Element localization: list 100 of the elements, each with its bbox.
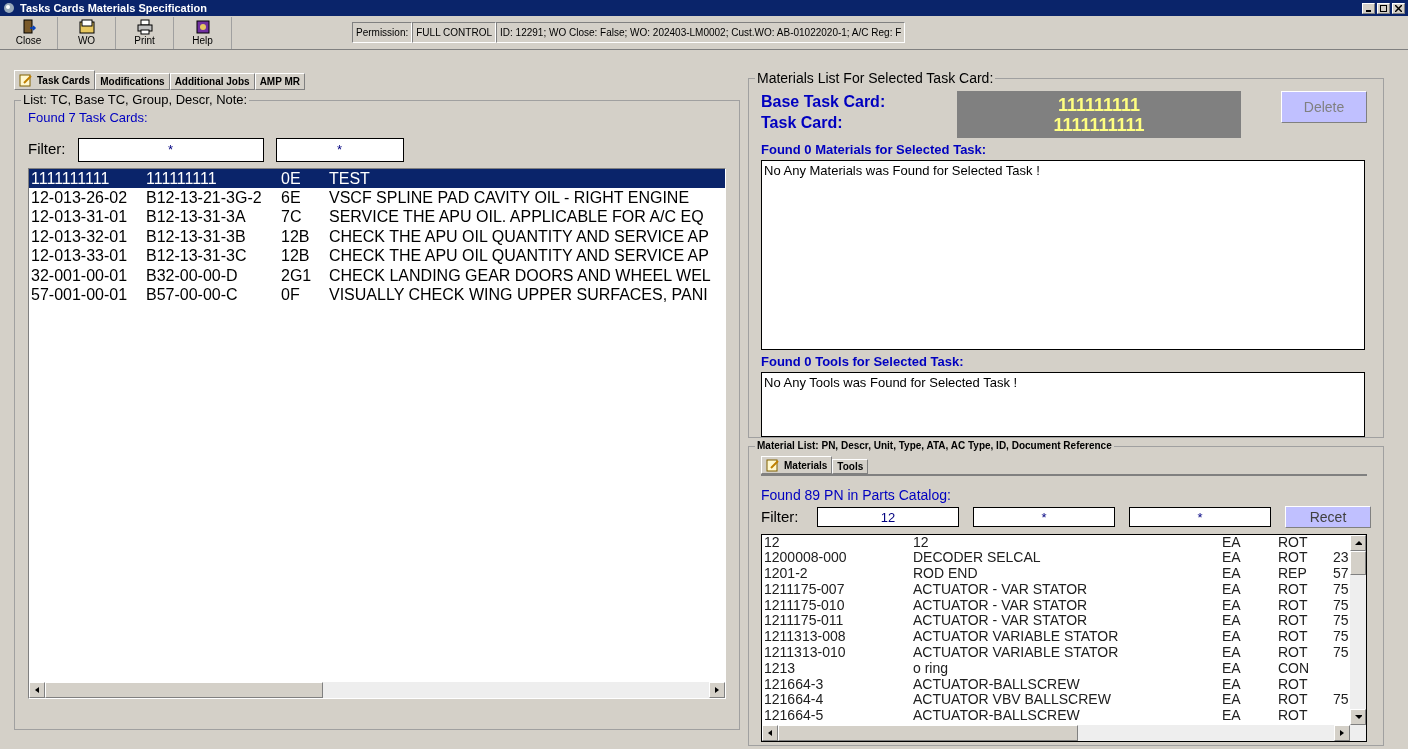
part-row[interactable]: 1200008-000 DECODER SELCAL EA ROT 23 <box>762 550 1350 567</box>
toolbar-button[interactable]: Close <box>0 16 58 49</box>
table-cell-text: ROT <box>1278 629 1309 646</box>
arrow-icon <box>33 685 41 695</box>
task-row[interactable]: 1111111111 111111111 0E TEST <box>29 168 725 188</box>
tab[interactable]: Modifications <box>95 73 170 90</box>
door-icon <box>20 18 37 35</box>
table-cell-text: ACTUATOR VBV BALLSCREW <box>913 692 1112 709</box>
table-cell-text: B32-00-00-D <box>146 265 239 285</box>
tab[interactable]: Tools <box>832 459 869 474</box>
part-row[interactable]: 1211313-010 ACTUATOR VARIABLE STATOR EA ROT 75 <box>762 645 1350 661</box>
table-cell-text: ROT <box>1278 581 1309 598</box>
table-cell-text: 12B <box>281 246 311 266</box>
part-row[interactable]: 1211175-011 ACTUATOR - VAR STATOR EA ROT 75 <box>762 613 1350 630</box>
table-cell-text: EA <box>1222 629 1242 646</box>
table-cell-text: B12-13-31-3B <box>146 226 247 247</box>
task-row[interactable]: 12-013-32-01 B12-13-31-3B 12B CHECK THE APU OIL QUANTITY AND SERVICE AP <box>29 226 725 247</box>
part-row[interactable]: 1201-2 ROD END EA REP 57 <box>762 566 1350 582</box>
table-cell-text: 0F <box>281 284 301 305</box>
scroll-arrow-button[interactable] <box>762 724 778 741</box>
table-cell-text: EA <box>1222 534 1242 551</box>
filter-field[interactable]: 12 <box>817 507 959 528</box>
table-cell-text: 12 <box>764 534 781 551</box>
tab[interactable]: Task Cards <box>14 70 96 90</box>
table-cell-text: EA <box>1222 676 1242 693</box>
group-title: Material List: PN, Descr, Unit, Type, ATA, AC Type, ID, Document Reference <box>755 438 1114 454</box>
filter-field[interactable]: * <box>275 137 404 162</box>
table-cell: 75 <box>1333 629 1350 646</box>
table-cell-text: EA <box>1222 581 1242 598</box>
table-cell-text: 2G1 <box>281 265 313 285</box>
scrollbar-thumb[interactable] <box>45 682 323 698</box>
folder-icon <box>78 18 95 35</box>
table-cell-text: 1211313-010 <box>764 645 847 661</box>
table-cell-text: 1213 <box>764 660 797 677</box>
task-card-label: Task Card: <box>761 113 844 133</box>
part-row[interactable]: 1213 o ring EA CON <box>762 660 1350 677</box>
part-row[interactable]: 121664-4 ACTUATOR VBV BALLSCREW EA ROT 75 <box>762 692 1350 709</box>
table-cell-text: REP <box>1278 566 1308 582</box>
materials-list: No Any Materials was Found for Selected Task ! <box>761 159 1365 350</box>
work-order-info: ID: 12291; WO Close: False; WO: 202403-LM0002; Cust.WO: AB-01022020-1; A/C Reg: F <box>496 22 906 43</box>
table-cell-text: ROT <box>1278 534 1309 551</box>
task-row[interactable]: 32-001-00-01 B32-00-00-D 2G1 CHECK LANDING GEAR DOORS AND WHEEL WEL <box>29 265 725 285</box>
notepad-icon <box>766 458 780 472</box>
table-cell-text: 121664-4 <box>764 692 825 709</box>
printer-icon <box>136 18 153 35</box>
table-cell-text: 12 <box>913 534 930 551</box>
table-cell-text: ROT <box>1278 676 1309 693</box>
table-cell-text: 1111111111 <box>31 168 111 188</box>
filter-field[interactable]: * <box>973 507 1115 528</box>
base-task-card-value: 111111111 <box>1057 94 1141 115</box>
task-row[interactable]: 12-013-33-01 B12-13-31-3C 12B CHECK THE APU OIL QUANTITY AND SERVICE AP <box>29 246 725 266</box>
table-cell-text: 32-001-00-01 <box>31 265 129 285</box>
table-cell-text: DECODER SELCAL <box>913 550 1042 567</box>
toolbar-button[interactable]: Help <box>174 16 232 49</box>
filter-field[interactable]: * <box>77 137 264 162</box>
materials-found-count: Found 0 Materials for Selected Task: <box>761 141 988 159</box>
table-cell: CHECK THE APU OIL QUANTITY AND SERVICE AP <box>329 246 709 266</box>
scroll-arrow-button[interactable] <box>1350 534 1366 551</box>
part-row[interactable]: 1211175-007 ACTUATOR - VAR STATOR EA ROT 75 <box>762 581 1350 598</box>
scroll-arrow-button[interactable] <box>29 682 45 698</box>
table-cell-text: 1211175-007 <box>764 581 846 598</box>
part-row[interactable]: 12 12 EA ROT <box>762 534 1350 551</box>
scroll-arrow-button[interactable] <box>709 682 725 698</box>
part-row[interactable]: 121664-3 ACTUATOR-BALLSCREW EA ROT <box>762 676 1350 693</box>
task-row[interactable]: 12-013-26-02 B12-13-21-3G-2 6E VSCF SPLINE PAD CAVITY OIL - RIGHT ENGINE <box>29 187 725 208</box>
part-row[interactable]: 1211313-008 ACTUATOR VARIABLE STATOR EA ROT 75 <box>762 629 1350 646</box>
app-icon <box>3 2 15 14</box>
table-cell-text: 12-013-33-01 <box>31 246 129 266</box>
table-cell: 75 <box>1333 645 1350 661</box>
table-cell-text: CON <box>1278 660 1311 677</box>
scroll-arrow-button[interactable] <box>1334 724 1350 741</box>
table-cell: SERVICE THE APU OIL. APPLICABLE FOR A/C EQ <box>329 207 704 227</box>
window-title: Tasks Cards Materials Specification <box>20 2 207 14</box>
filter-field[interactable]: * <box>1129 507 1271 528</box>
minimize-button[interactable] <box>1362 2 1375 14</box>
filter-label: Filter: <box>761 507 800 527</box>
scroll-arrow-button[interactable] <box>1350 708 1366 725</box>
table-cell-text: 1200008-000 <box>764 550 848 567</box>
part-row[interactable]: 121664-5 ACTUATOR-BALLSCREW EA ROT <box>762 708 1350 725</box>
table-cell-text: 12-013-26-02 <box>31 187 129 208</box>
tab[interactable]: AMP MR <box>254 73 305 90</box>
part-row[interactable]: 1211175-010 ACTUATOR - VAR STATOR EA ROT 75 <box>762 597 1350 614</box>
reset-button[interactable]: Recet <box>1285 506 1371 529</box>
toolbar-button[interactable]: Print <box>116 16 174 49</box>
notepad-icon <box>19 73 33 87</box>
toolbar-button[interactable]: WO <box>58 16 116 49</box>
maximize-button[interactable] <box>1377 2 1390 14</box>
tab[interactable]: Additional Jobs <box>169 73 255 90</box>
close-button[interactable] <box>1392 2 1405 14</box>
scrollbar-thumb[interactable] <box>1350 550 1366 575</box>
table-cell-text: EA <box>1222 566 1242 582</box>
table-cell-text: 1211313-008 <box>764 629 847 646</box>
table-cell-text: EA <box>1222 613 1242 630</box>
task-row[interactable]: 12-013-31-01 B12-13-31-3A 7C SERVICE THE APU OIL. APPLICABLE FOR A/C EQ <box>29 207 725 227</box>
task-row[interactable]: 57-001-00-01 B57-00-00-C 0F VISUALLY CHECK WING UPPER SURFACES, PANI <box>29 284 725 305</box>
tab[interactable]: Materials <box>761 456 833 474</box>
table-cell: 75 <box>1333 581 1350 598</box>
scrollbar-thumb[interactable] <box>778 724 1078 741</box>
catalog-found-count: Found 89 PN in Parts Catalog: <box>761 486 952 505</box>
table-cell: CHECK LANDING GEAR DOORS AND WHEEL WEL <box>329 265 711 285</box>
